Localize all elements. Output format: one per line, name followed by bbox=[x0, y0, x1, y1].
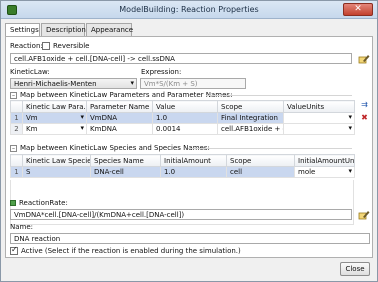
reaction-equation-field[interactable]: cell.AFB1oxide + cell.[DNA-cell] -> cell… bbox=[10, 53, 352, 64]
tab-description[interactable]: Description bbox=[41, 23, 86, 36]
table-row[interactable]: 1 Vm ▾ VmDNA 1.0 Final Integration ▾ bbox=[10, 112, 355, 124]
species-table: Kinetic Law Species Species Name Initial… bbox=[10, 154, 355, 178]
tab-appearance[interactable]: Appearance bbox=[86, 23, 133, 36]
parameters-section-title: Map between KineticLaw Parameters and Pa… bbox=[20, 91, 233, 99]
scope-cell[interactable]: cell.AFB1oxide + c... bbox=[217, 123, 284, 135]
column-header[interactable]: Kinetic Law Para... bbox=[22, 100, 87, 113]
reaction-rate-field[interactable]: VmDNA*cell.[DNA-cell]/(KmDNA+cell.[DNA-c… bbox=[10, 209, 352, 220]
table-row[interactable]: 2 Km▾ KmDNA 0.0014 cell.AFB1oxide + c...… bbox=[10, 123, 355, 135]
initial-amount-units-cell[interactable]: mole ▾ bbox=[294, 166, 355, 178]
kinetic-law-select[interactable]: Henri-Michaelis-Menten ▾ bbox=[10, 78, 137, 89]
scope-cell[interactable]: cell bbox=[226, 166, 295, 178]
column-header[interactable]: Species Name bbox=[90, 154, 161, 167]
reaction-rate-label: ReactionRate: bbox=[19, 199, 68, 207]
row-number: 1 bbox=[10, 112, 23, 124]
value-units-cell[interactable]: ▾ bbox=[283, 112, 355, 124]
column-header[interactable]: Value bbox=[152, 100, 218, 113]
parameters-table: Kinetic Law Para... Parameter Name Value… bbox=[10, 100, 355, 135]
name-label: Name: bbox=[10, 223, 34, 231]
law-param-cell[interactable]: Vm ▾ bbox=[22, 112, 87, 124]
species-header-row: Kinetic Law Species Species Name Initial… bbox=[10, 154, 355, 167]
expression-field: Vm*S/(Km + S) bbox=[140, 78, 246, 89]
reaction-properties-dialog: ModelBuilding: Reaction Properties ✕ Set… bbox=[0, 0, 378, 282]
reversible-label: Reversible bbox=[53, 42, 90, 50]
kinetic-law-label: KineticLaw: bbox=[10, 68, 50, 76]
column-header[interactable]: Scope bbox=[226, 154, 295, 167]
row-number: 2 bbox=[10, 123, 23, 135]
chevron-down-icon: ▾ bbox=[348, 167, 352, 176]
window-title: ModelBuilding: Reaction Properties bbox=[119, 5, 259, 14]
window-close-button[interactable]: ✕ bbox=[343, 3, 373, 16]
scope-cell[interactable]: Final Integration bbox=[217, 112, 284, 124]
kinetic-law-value: Henri-Michaelis-Menten bbox=[14, 80, 97, 88]
value-cell[interactable]: 1.0 bbox=[152, 112, 218, 124]
close-button[interactable]: Close bbox=[340, 262, 370, 276]
settings-panel: Reaction: Reversible cell.AFB1oxide + ce… bbox=[5, 36, 373, 258]
column-header[interactable]: InitialAmountUnits bbox=[294, 154, 355, 167]
initial-amount-cell[interactable]: 1.0 bbox=[160, 166, 227, 178]
column-header[interactable]: ValueUnits bbox=[283, 100, 355, 113]
row-number-header bbox=[10, 154, 23, 167]
chevron-down-icon: ▾ bbox=[348, 113, 352, 122]
collapse-species-icon[interactable]: – bbox=[10, 145, 17, 152]
tab-settings[interactable]: Settings bbox=[5, 23, 40, 37]
law-species-cell[interactable]: S bbox=[22, 166, 91, 178]
name-field[interactable]: DNA reaction bbox=[10, 233, 370, 244]
remove-parameter-icon[interactable]: ✖ bbox=[359, 113, 370, 123]
reaction-label: Reaction: bbox=[10, 42, 43, 50]
column-header[interactable]: Parameter Name bbox=[86, 100, 153, 113]
chevron-down-icon: ▾ bbox=[80, 113, 84, 122]
column-header[interactable]: Scope bbox=[217, 100, 284, 113]
title-bar: ModelBuilding: Reaction Properties ✕ bbox=[1, 1, 377, 19]
reversible-checkbox[interactable] bbox=[42, 42, 50, 50]
collapse-parameters-icon[interactable]: – bbox=[10, 92, 17, 99]
species-name-cell[interactable]: DNA-cell bbox=[90, 166, 161, 178]
species-section-title: Map between KineticLaw Species and Speci… bbox=[20, 144, 210, 152]
row-number-header bbox=[10, 100, 23, 113]
species-section-divider bbox=[188, 148, 352, 149]
chevron-down-icon: ▾ bbox=[348, 124, 352, 133]
chevron-down-icon: ▾ bbox=[130, 79, 134, 87]
column-header[interactable]: InitialAmount bbox=[160, 154, 227, 167]
table-row[interactable]: 1 S DNA-cell 1.0 cell mole ▾ bbox=[10, 166, 355, 178]
value-cell[interactable]: 0.0014 bbox=[152, 123, 218, 135]
parameters-header-row: Kinetic Law Para... Parameter Name Value… bbox=[10, 100, 355, 113]
chevron-down-icon: ▾ bbox=[80, 124, 84, 133]
parameter-name-cell[interactable]: KmDNA bbox=[86, 123, 153, 135]
column-header[interactable]: Kinetic Law Species bbox=[22, 154, 91, 167]
parameters-section-divider bbox=[206, 95, 352, 96]
reaction-rate-status-icon bbox=[10, 200, 16, 206]
active-checkbox[interactable] bbox=[10, 245, 18, 255]
add-parameter-icon[interactable]: ⇉ bbox=[359, 100, 370, 110]
active-label: Active (Select if the reaction is enable… bbox=[21, 247, 241, 255]
edit-rate-icon[interactable] bbox=[358, 209, 370, 221]
law-param-cell[interactable]: Km ▾ bbox=[22, 123, 87, 135]
value-units-cell[interactable]: ▾ bbox=[283, 123, 355, 135]
parameter-name-cell[interactable]: VmDNA bbox=[86, 112, 153, 124]
expression-label: Expression: bbox=[141, 68, 182, 76]
row-number: 1 bbox=[10, 166, 23, 178]
edit-reaction-icon[interactable] bbox=[358, 53, 370, 65]
